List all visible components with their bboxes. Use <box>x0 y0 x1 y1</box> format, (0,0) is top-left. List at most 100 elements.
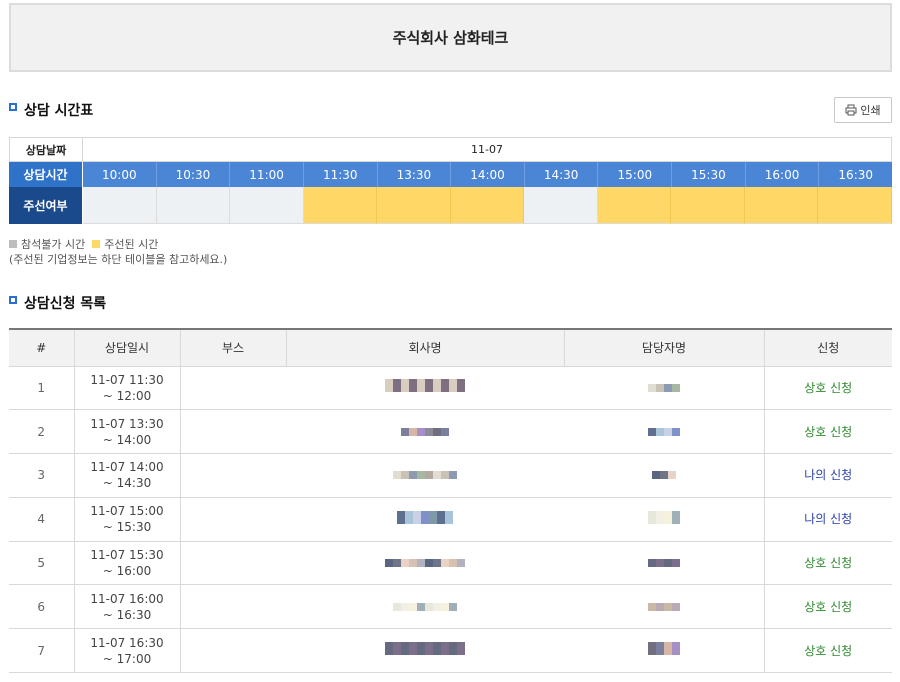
row-manager <box>563 366 764 411</box>
status-slot-busy <box>450 187 525 224</box>
header-no: # <box>9 328 74 367</box>
row-time: 11-07 15:00 ~ 15:30 <box>73 497 180 542</box>
row-no: 3 <box>9 453 74 498</box>
table-row: 4 11-07 15:00 ~ 15:30 나의 신청 <box>9 497 892 542</box>
status-slot-busy <box>744 187 819 224</box>
row-request-status[interactable]: 상호 신청 <box>763 366 892 411</box>
row-booth <box>179 366 286 411</box>
table-row: 2 11-07 13:30 ~ 14:00 상호 신청 <box>9 409 892 455</box>
row-manager <box>563 409 764 455</box>
status-slot-free <box>524 187 598 224</box>
time-slot: 10:00 <box>83 162 157 187</box>
row-time-start: 11-07 15:00 <box>90 504 164 519</box>
row-time-end: ~ 14:30 <box>102 476 152 491</box>
row-manager <box>563 628 764 674</box>
legend: 참석불가 시간 주선된 시간 (주선된 기업정보는 하단 테이블을 참고하세요.… <box>9 237 227 267</box>
row-time-end: ~ 16:30 <box>102 607 152 622</box>
row-manager <box>563 584 764 630</box>
header-company: 회사명 <box>285 328 564 367</box>
unavailable-swatch <box>9 240 17 248</box>
row-time-start: 11-07 16:30 <box>90 635 164 650</box>
row-request-status[interactable]: 상호 신청 <box>763 541 892 586</box>
redacted-mosaic <box>652 471 676 480</box>
row-booth <box>179 453 286 498</box>
date-value: 11-07 <box>83 137 892 162</box>
row-time-start: 11-07 15:30 <box>90 548 164 563</box>
table-header-row: # 상담일시 부스 회사명 담당자명 신청 <box>9 328 892 367</box>
status-slot-free <box>230 187 304 224</box>
header-request: 신청 <box>763 328 892 367</box>
row-no: 1 <box>9 366 74 411</box>
time-slot: 16:00 <box>745 162 820 187</box>
time-slot: 11:00 <box>230 162 304 187</box>
status-row: 주선여부 <box>9 187 893 224</box>
status-slot-busy <box>377 187 451 224</box>
row-time: 11-07 14:00 ~ 14:30 <box>73 453 180 498</box>
row-request-status[interactable]: 상호 신청 <box>763 628 892 674</box>
row-time: 11-07 13:30 ~ 14:00 <box>73 409 180 455</box>
table-row: 1 11-07 11:30 ~ 12:00 상호 신청 <box>9 366 892 411</box>
row-company <box>285 409 564 455</box>
redacted-mosaic <box>648 642 680 656</box>
row-company <box>285 584 564 630</box>
row-company <box>285 497 564 542</box>
row-company <box>285 366 564 411</box>
row-time: 11-07 16:00 ~ 16:30 <box>73 584 180 630</box>
redacted-mosaic <box>397 510 453 524</box>
arranged-swatch <box>92 240 101 248</box>
time-slot: 13:30 <box>377 162 452 187</box>
row-time: 11-07 15:30 ~ 16:00 <box>73 541 180 586</box>
table-row: 5 11-07 15:30 ~ 16:00 상호 신청 <box>9 541 892 586</box>
header-time: 상담일시 <box>73 328 180 367</box>
time-slot: 15:00 <box>598 162 673 187</box>
request-list-table: # 상담일시 부스 회사명 담당자명 신청 1 11-07 11:30 ~ 12:0… <box>9 328 892 674</box>
redacted-mosaic <box>385 559 465 568</box>
row-time-start: 11-07 11:30 <box>90 372 164 387</box>
date-row: 상담날짜 11-07 <box>9 137 892 162</box>
row-time-start: 11-07 13:30 <box>90 416 164 431</box>
time-slot: 16:30 <box>819 162 893 187</box>
time-slot: 15:30 <box>672 162 746 187</box>
row-booth <box>179 584 286 630</box>
row-booth <box>179 628 286 674</box>
redacted-mosaic <box>401 427 449 436</box>
row-manager <box>563 453 764 498</box>
row-time-end: ~ 16:00 <box>102 564 152 579</box>
print-label: 인쇄 <box>860 104 881 117</box>
row-time-end: ~ 17:00 <box>102 651 152 666</box>
row-company <box>285 453 564 498</box>
row-time-end: ~ 12:00 <box>102 388 152 403</box>
row-no: 6 <box>9 584 74 630</box>
redacted-mosaic <box>648 510 680 524</box>
row-no: 7 <box>9 628 74 674</box>
section-marker-icon <box>9 296 17 304</box>
legend-note: (주선된 기업정보는 하단 테이블을 참고하세요.) <box>9 253 228 266</box>
row-request-status[interactable]: 나의 신청 <box>763 497 892 542</box>
print-button[interactable]: 인쇄 <box>834 97 892 123</box>
redacted-mosaic <box>648 383 680 392</box>
schedule-grid: 상담날짜 11-07 상담시간 10:00 10:30 11:00 11:30 13:3… <box>9 137 893 224</box>
time-slot: 11:30 <box>303 162 378 187</box>
status-slot-busy <box>818 187 893 224</box>
redacted-mosaic <box>393 471 457 480</box>
time-slot: 14:30 <box>524 162 599 187</box>
redacted-mosaic <box>393 602 457 611</box>
status-label: 주선여부 <box>9 187 83 224</box>
status-slot-busy <box>671 187 745 224</box>
legend-arranged: 주선된 시간 <box>104 238 159 251</box>
row-request-status[interactable]: 나의 신청 <box>763 453 892 498</box>
schedule-section-title: 상담 시간표 <box>9 100 93 120</box>
row-booth <box>179 409 286 455</box>
row-request-status[interactable]: 상호 신청 <box>763 409 892 455</box>
row-company <box>285 628 564 674</box>
time-label: 상담시간 <box>9 162 83 187</box>
header-booth: 부스 <box>179 328 286 367</box>
table-row: 6 11-07 16:00 ~ 16:30 상호 신청 <box>9 584 892 630</box>
row-time: 11-07 16:30 ~ 17:00 <box>73 628 180 674</box>
row-request-status[interactable]: 상호 신청 <box>763 584 892 630</box>
row-no: 2 <box>9 409 74 455</box>
row-no: 5 <box>9 541 74 586</box>
row-booth <box>179 497 286 542</box>
row-time-end: ~ 14:00 <box>102 432 152 447</box>
status-slot-free <box>156 187 231 224</box>
